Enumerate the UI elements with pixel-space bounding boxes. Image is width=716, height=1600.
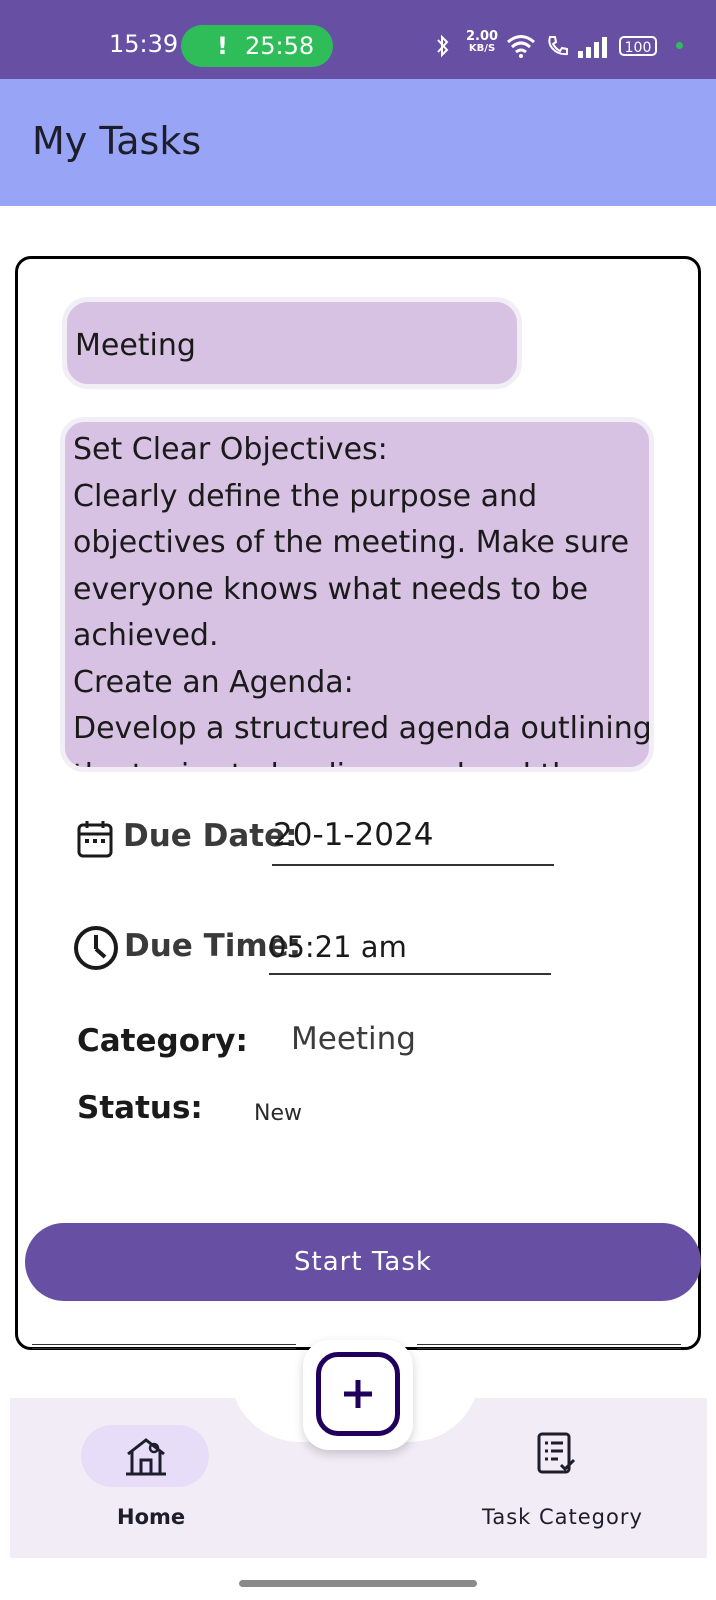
status-value: New: [254, 1101, 302, 1126]
due-time-value[interactable]: 05:21 am: [268, 930, 407, 964]
due-date-label: Due Date:: [123, 818, 298, 854]
signal-icon: [578, 37, 607, 58]
due-date-underline: [272, 864, 554, 866]
card-divider-left: [32, 1344, 296, 1345]
call-timer: 25:58: [245, 32, 315, 60]
call-indicator: !: [217, 32, 228, 60]
add-icon: [344, 1380, 372, 1408]
home-icon: [126, 1438, 166, 1476]
status-dot: [676, 42, 683, 49]
task-description-field[interactable]: Set Clear Objectives: Clearly define the…: [60, 417, 654, 772]
status-time: 15:39: [109, 30, 179, 58]
gesture-bar[interactable]: [239, 1580, 477, 1587]
battery-icon: 100: [619, 36, 657, 56]
wifi-call-icon: [548, 36, 568, 56]
app-bar: My Tasks: [0, 79, 716, 206]
status-bar: 15:39 ! 25:58 2.00 KB/S 100: [0, 0, 716, 79]
call-timer-pill[interactable]: ! 25:58: [181, 25, 333, 67]
page-title: My Tasks: [32, 119, 202, 163]
fab-frame: [316, 1352, 400, 1436]
category-label: Category:: [77, 1023, 248, 1059]
add-task-fab[interactable]: [303, 1340, 413, 1450]
nav-item-home[interactable]: [81, 1425, 209, 1487]
net-speed: 2.00 KB/S: [466, 29, 499, 54]
clock-icon[interactable]: [73, 925, 119, 971]
nav-label-home[interactable]: Home: [117, 1505, 185, 1529]
status-label: Status:: [77, 1090, 203, 1126]
card-divider-left-2: [32, 1348, 296, 1349]
due-date-value[interactable]: 20-1-2024: [273, 817, 433, 853]
due-time-underline: [269, 973, 551, 975]
category-value: Meeting: [291, 1021, 416, 1057]
card-divider-right: [417, 1344, 681, 1345]
calendar-icon[interactable]: [77, 820, 113, 858]
wifi-icon: [507, 35, 535, 58]
start-task-button[interactable]: Start Task: [25, 1223, 701, 1301]
card-divider-right-2: [417, 1348, 681, 1349]
task-title-field[interactable]: Meeting: [62, 297, 522, 389]
task-description-text: Set Clear Objectives: Clearly define the…: [73, 432, 652, 767]
nav-label-task-category[interactable]: Task Category: [482, 1505, 643, 1529]
task-title-text: Meeting: [75, 328, 196, 363]
bluetooth-icon: [437, 34, 449, 58]
checklist-icon[interactable]: [536, 1432, 578, 1476]
